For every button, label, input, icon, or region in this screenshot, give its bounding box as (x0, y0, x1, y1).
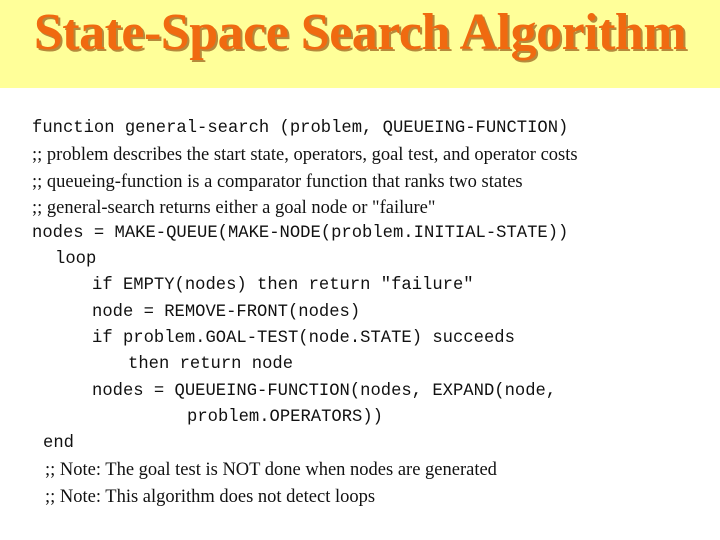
comment-line-note-loops: ;; Note: This algorithm does not detect … (45, 487, 376, 507)
code-line-goal-test: if problem.GOAL-TEST(node.STATE) succeed… (92, 329, 515, 348)
code-line-make-queue: nodes = MAKE-QUEUE(MAKE-NODE(problem.INI… (32, 224, 569, 243)
code-line-remove-front: node = REMOVE-FRONT(nodes) (92, 303, 361, 322)
code-line-empty-check: if EMPTY(nodes) then return "failure" (92, 276, 474, 295)
code-line-end: end (43, 434, 74, 453)
code-line-function-signature: function general-search (problem, QUEUEI… (32, 119, 569, 138)
comment-line-note-goal-test: ;; Note: The goal test is NOT done when … (45, 460, 497, 480)
comment-line-problem: ;; problem describes the start state, op… (32, 145, 578, 165)
code-line-return-node: then return node (128, 355, 294, 374)
comment-line-returns: ;; general-search returns either a goal … (32, 198, 436, 218)
comment-line-queueing: ;; queueing-function is a comparator fun… (32, 172, 523, 192)
code-line-operators: problem.OPERATORS)) (187, 408, 383, 427)
code-line-loop: loop (55, 250, 97, 269)
code-line-queueing-function: nodes = QUEUEING-FUNCTION(nodes, EXPAND(… (92, 382, 557, 401)
title-banner: State-Space Search Algorithm (0, 0, 720, 88)
slide-title: State-Space Search Algorithm (33, 4, 687, 61)
